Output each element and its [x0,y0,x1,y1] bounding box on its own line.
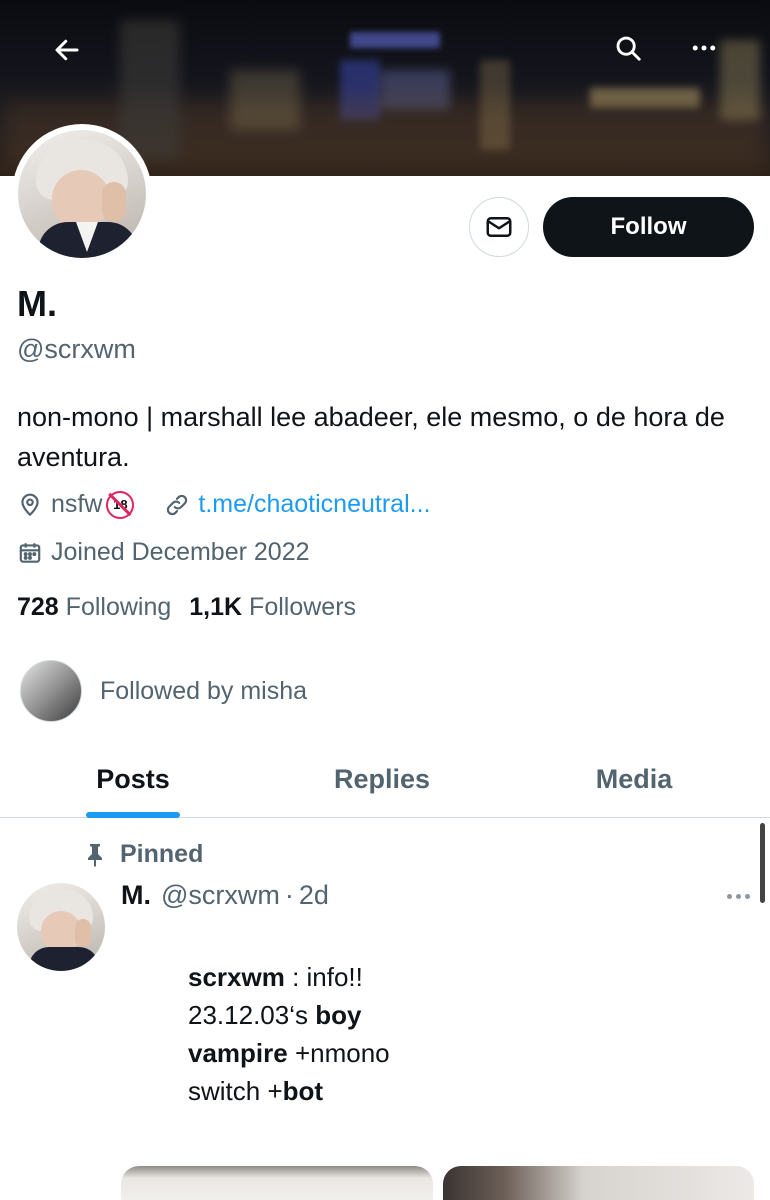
post-media-image[interactable] [442,1166,754,1200]
profile-tabs: Posts Replies Media [0,740,770,818]
display-name: M. [17,283,57,324]
profile-bio: non-mono | marshall lee abadeer, ele mes… [17,402,725,472]
location-pin-icon [21,493,39,516]
message-button[interactable] [469,197,529,257]
more-dot-icon [726,893,732,899]
following-stat[interactable]: 728 Following [17,593,171,622]
more-horizontal-icon [692,45,716,51]
following-count: 728 [17,593,59,621]
no-under-18-badge-text: 18 [113,497,128,512]
location-text: nsfw [51,490,103,518]
followers-count: 1,1K [189,593,243,621]
more-options-button[interactable] [680,24,728,72]
tab-media[interactable]: Media [498,740,770,818]
followers-label: Followers [249,593,357,621]
more-dot-icon [735,893,741,899]
post-media [121,1166,754,1200]
joined-date: Joined December 2022 [51,538,310,566]
post-line-bold: scrxwm [188,962,285,992]
scrollbar-thumb[interactable] [760,823,765,903]
follower-avatar [20,660,82,722]
profile-meta-joined: Joined December 2022 [17,538,310,567]
calendar-icon [19,542,41,563]
back-button[interactable] [43,26,91,74]
follow-button[interactable]: Follow [543,197,754,257]
post-author-name[interactable]: M. [121,880,151,911]
post-author-handle[interactable]: @scrxwm [161,880,280,911]
tab-posts-label: Posts [96,763,170,794]
follow-stats: 728 Following 1,1K Followers [17,593,356,622]
post-line: vampire +nmono [188,1034,390,1072]
tab-replies-label: Replies [333,763,431,794]
followed-by[interactable]: Followed by misha [20,660,307,722]
post-line: 23.12.03‘s boy [188,996,390,1034]
post-separator: · [284,880,294,910]
pinned-label: Pinned [120,840,204,868]
link-icon [167,494,188,515]
arrow-left-icon [55,39,79,61]
post-more-button[interactable] [720,884,756,908]
post-line-bold: vampire [188,1038,288,1068]
post-line-bold: boy [315,1000,362,1030]
avatar-image [18,130,146,258]
followed-by-text: Followed by misha [100,676,308,705]
post-text: scrxwm : info!! 23.12.03‘s boy vampire +… [188,958,390,1110]
post-line-text: +nmono [287,1038,390,1068]
post-time[interactable]: 2d [299,880,329,911]
post-header: M. @scrxwm · 2d [121,880,329,911]
following-label: Following [65,593,172,621]
post-media-image[interactable] [121,1166,433,1200]
profile-avatar[interactable] [12,124,152,264]
active-tab-indicator [86,812,180,818]
envelope-icon [486,217,512,237]
followers-stat[interactable]: 1,1K Followers [189,593,356,622]
no-under-18-badge: 18 [106,490,135,519]
profile-link[interactable]: t.me/chaoticneutral... [198,490,430,519]
post-line-bold: bot [282,1076,324,1106]
username-handle: @scrxwm [17,334,136,364]
pin-icon [88,843,102,867]
more-dot-icon [744,893,750,899]
tab-media-label: Media [595,763,673,794]
post-line-text: switch + [188,1076,283,1106]
pinned-indicator: Pinned [84,840,203,869]
post-line: switch +bot [188,1072,390,1110]
post-line-text: 23.12.03‘s [188,1000,316,1030]
post-author-avatar[interactable] [17,883,105,971]
post-line-text: : info!! [284,962,363,992]
tab-posts[interactable]: Posts [0,740,266,818]
profile-meta-location-link: nsfw 18 t.me/chaoticneutral... [17,490,430,519]
tab-replies[interactable]: Replies [266,740,498,818]
search-icon [616,36,641,61]
search-button[interactable] [604,24,652,72]
post-line: scrxwm : info!! [188,958,390,996]
